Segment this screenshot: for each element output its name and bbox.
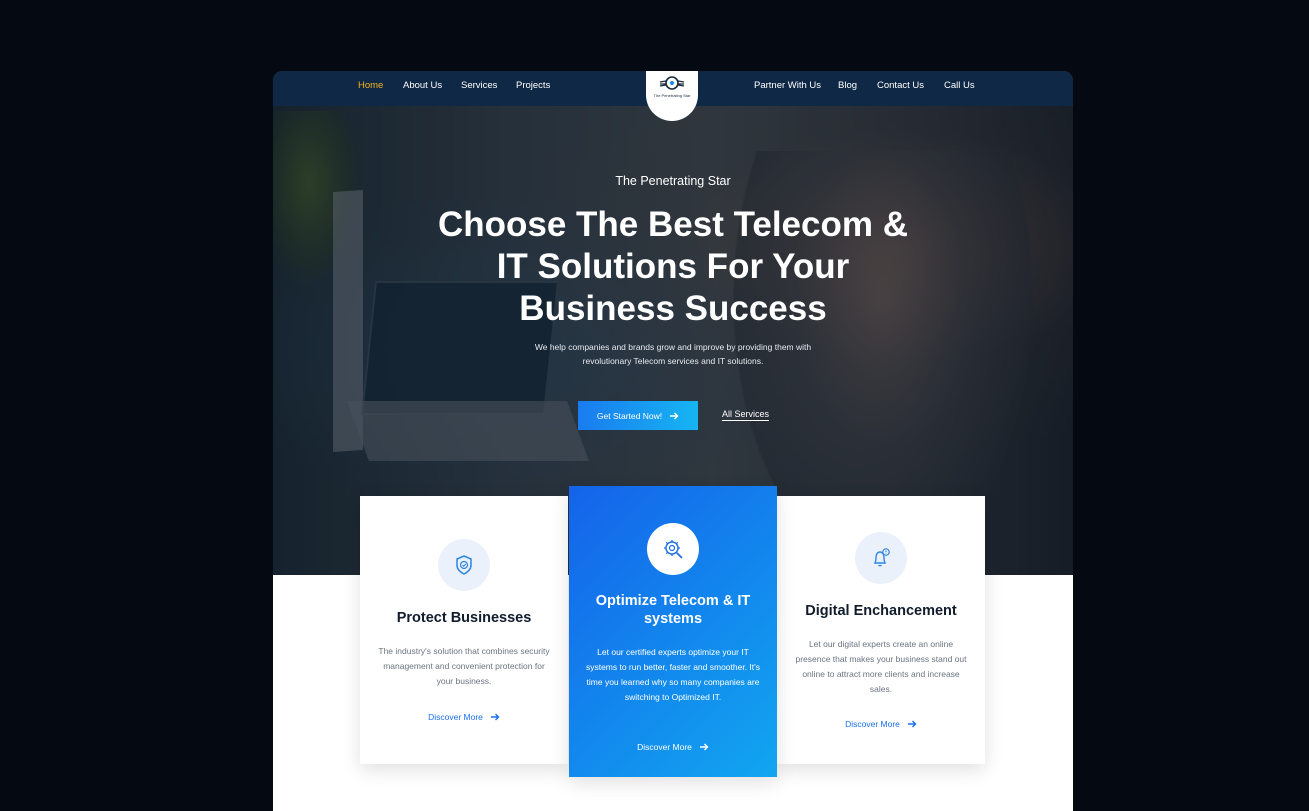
nav-projects[interactable]: Projects: [516, 80, 550, 91]
arrow-right-icon: [699, 743, 709, 751]
service-card-optimize: Optimize Telecom & IT systems Let our ce…: [569, 486, 777, 777]
discover-more-link[interactable]: Discover More: [569, 742, 777, 752]
hero-eyebrow: The Penetrating Star: [615, 174, 731, 188]
hero-headline: Choose The Best Telecom & IT Solutions F…: [437, 205, 908, 328]
logo[interactable]: The Penetrating Star: [646, 71, 698, 121]
card-text: The industry's solution that combines se…: [378, 646, 550, 686]
service-card-digital: Digital Enchancement Let our digital exp…: [777, 496, 985, 764]
card-title: Digital Enchancement: [805, 603, 957, 619]
nav-contact-us[interactable]: Contact Us: [877, 80, 924, 91]
card-title: Optimize Telecom & IT systems: [595, 593, 751, 627]
discover-more-link[interactable]: Discover More: [777, 719, 985, 729]
nav-blog[interactable]: Blog: [838, 80, 857, 91]
discover-more-label: Discover More: [845, 719, 900, 729]
card-title: Protect Businesses: [396, 610, 532, 626]
bell-alert-icon: [873, 548, 890, 567]
nav-call-us[interactable]: Call Us: [944, 80, 975, 91]
arrow-right-icon: [670, 412, 679, 419]
arrow-right-icon: [907, 720, 917, 728]
gear-search-icon: [664, 540, 683, 559]
nav-about-us[interactable]: About Us: [403, 80, 442, 91]
get-started-button[interactable]: Get Started Now!: [578, 401, 698, 430]
shield-icon: [456, 555, 472, 575]
discover-more-link[interactable]: Discover More: [360, 712, 568, 722]
logo-emblem-icon: [659, 76, 685, 90]
hero-subtext: We help companies and brands grow and im…: [534, 342, 812, 366]
discover-more-label: Discover More: [428, 712, 483, 722]
get-started-label: Get Started Now!: [596, 410, 663, 421]
card-icon-wrapper: [438, 539, 490, 591]
service-card-protect: Protect Businesses The industry's soluti…: [360, 496, 568, 764]
nav-services[interactable]: Services: [461, 80, 497, 91]
card-text: Let our certified experts optimize your …: [585, 647, 761, 702]
website-frame: Home About Us Services Projects Partner …: [273, 71, 1073, 811]
arrow-right-icon: [490, 713, 500, 721]
nav-partner-with-us[interactable]: Partner With Us: [754, 80, 821, 91]
card-icon-wrapper: [855, 532, 907, 584]
nav-home[interactable]: Home: [358, 80, 383, 91]
discover-more-label: Discover More: [637, 742, 692, 752]
card-text: Let our digital experts create an online…: [795, 639, 967, 694]
card-icon-wrapper: [647, 523, 699, 575]
all-services-link[interactable]: All Services: [722, 409, 770, 421]
logo-text: The Penetrating Star: [653, 93, 691, 98]
